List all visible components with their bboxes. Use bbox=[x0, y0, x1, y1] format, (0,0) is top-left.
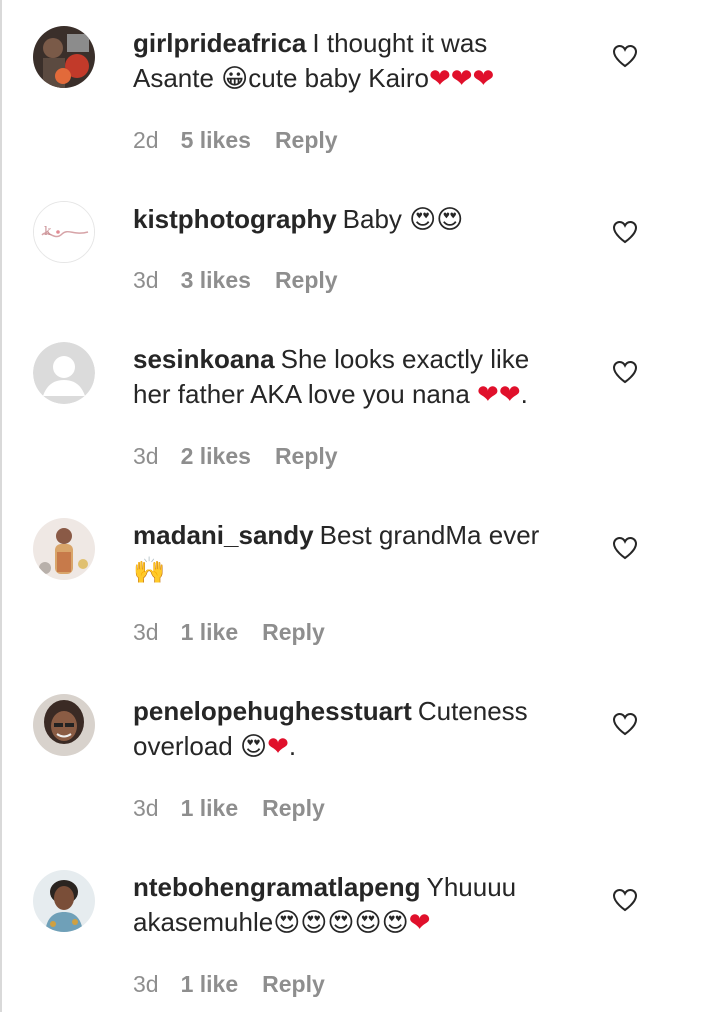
heart-outline-icon[interactable] bbox=[612, 536, 638, 560]
comment-meta: 3d 2 likes Reply bbox=[133, 441, 338, 471]
comment-username[interactable]: madani_sandy bbox=[133, 520, 314, 550]
reply-button[interactable]: Reply bbox=[262, 617, 325, 647]
comment-time: 3d bbox=[133, 267, 159, 293]
comment-time: 2d bbox=[133, 127, 159, 153]
comment-time: 3d bbox=[133, 619, 159, 645]
reply-button[interactable]: Reply bbox=[275, 265, 338, 295]
heart-eyes-emoji-icon: 😍 bbox=[239, 732, 268, 762]
comment-meta: 3d 1 like Reply bbox=[133, 969, 325, 999]
raising-hands-emoji-icon: 🙌 bbox=[133, 556, 166, 586]
comment-text: madani_sandy Best grandMa ever 🙌 bbox=[133, 518, 573, 589]
comment-likes-link[interactable]: 2 likes bbox=[181, 441, 251, 471]
comment-username[interactable]: penelopehughesstuart bbox=[133, 696, 412, 726]
comment-username[interactable]: ntebohengramatlapeng bbox=[133, 872, 420, 902]
reply-button[interactable]: Reply bbox=[262, 969, 325, 999]
red-heart-emoji-icon: ❤❤ bbox=[477, 380, 521, 410]
comment-time: 3d bbox=[133, 443, 159, 469]
comment-meta: 3d 3 likes Reply bbox=[133, 265, 338, 295]
avatar[interactable] bbox=[33, 870, 95, 932]
reply-button[interactable]: Reply bbox=[275, 125, 338, 155]
heart-outline-icon[interactable] bbox=[612, 712, 638, 736]
comment-meta: 2d 5 likes Reply bbox=[133, 125, 338, 155]
comment-body: Best grandMa ever bbox=[319, 520, 540, 550]
red-heart-emoji-icon: ❤❤❤ bbox=[428, 64, 495, 94]
comment-body: Baby bbox=[342, 204, 410, 234]
red-heart-emoji-icon: ❤ bbox=[267, 732, 289, 762]
comment-username[interactable]: sesinkoana bbox=[133, 344, 275, 374]
default-user-avatar[interactable] bbox=[33, 342, 95, 404]
comment-likes-link[interactable]: 1 like bbox=[181, 617, 239, 647]
comment-likes-link[interactable]: 1 like bbox=[181, 969, 239, 999]
reply-button[interactable]: Reply bbox=[275, 441, 338, 471]
heart-outline-icon[interactable] bbox=[612, 44, 638, 68]
comment-username[interactable]: kistphotography bbox=[133, 204, 337, 234]
comment-text: kistphotography Baby 😍😍 bbox=[133, 202, 573, 238]
comment-likes-link[interactable]: 5 likes bbox=[181, 125, 251, 155]
comment-text: girlprideafrica I thought it was Asante 😀… bbox=[133, 26, 573, 97]
avatar[interactable] bbox=[33, 518, 95, 580]
comment-username[interactable]: girlprideafrica bbox=[133, 28, 306, 58]
red-heart-emoji-icon: ❤ bbox=[408, 908, 431, 938]
avatar[interactable] bbox=[33, 26, 95, 88]
grinning-emoji-icon: 😀 bbox=[221, 64, 249, 94]
heart-outline-icon[interactable] bbox=[612, 220, 638, 244]
svg-text:k: k bbox=[44, 224, 52, 238]
heart-eyes-emoji-icon: 😍😍 bbox=[409, 205, 464, 235]
comment-likes-link[interactable]: 1 like bbox=[181, 793, 239, 823]
comment-text: penelopehughesstuart Cuteness overload 😍❤… bbox=[133, 694, 573, 765]
comment-likes-link[interactable]: 3 likes bbox=[181, 265, 251, 295]
comment-meta: 3d 1 like Reply bbox=[133, 617, 325, 647]
heart-outline-icon[interactable] bbox=[612, 888, 638, 912]
comment-body-end: . bbox=[520, 379, 528, 409]
heart-eyes-emoji-icon: 😍😍😍😍😍 bbox=[273, 908, 409, 938]
avatar[interactable] bbox=[33, 694, 95, 756]
comment-text: sesinkoana She looks exactly like her fat… bbox=[133, 342, 573, 413]
frame-edge bbox=[0, 0, 2, 1012]
reply-button[interactable]: Reply bbox=[262, 793, 325, 823]
comment-text: ntebohengramatlapeng Yhuuuu akasemuhle😍😍😍… bbox=[133, 870, 573, 941]
heart-outline-icon[interactable] bbox=[612, 360, 638, 384]
comment-body-end: . bbox=[288, 731, 297, 761]
comment-time: 3d bbox=[133, 795, 159, 821]
avatar[interactable]: k bbox=[33, 201, 95, 263]
comment-time: 3d bbox=[133, 971, 159, 997]
comment-meta: 3d 1 like Reply bbox=[133, 793, 325, 823]
comment-body-continued: cute baby Kairo bbox=[248, 63, 429, 93]
